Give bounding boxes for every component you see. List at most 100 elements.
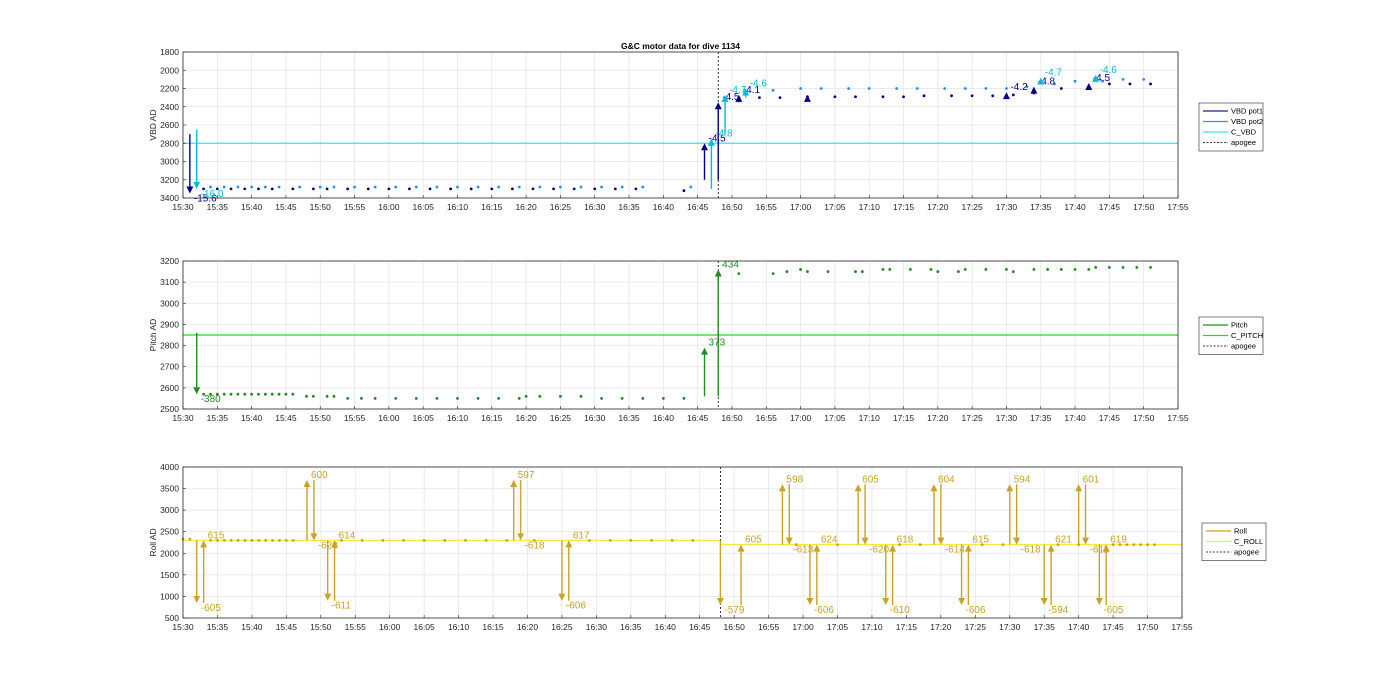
data-point: [833, 95, 837, 99]
x-tick-label: 15:55: [344, 202, 366, 212]
x-tick-label: 17:35: [1034, 622, 1056, 632]
y-tick-label: 1800: [160, 47, 179, 57]
data-point: [531, 187, 535, 191]
data-point: [1087, 268, 1091, 271]
data-point: [456, 397, 459, 400]
x-tick-label: 17:25: [965, 622, 987, 632]
data-point: [771, 88, 775, 92]
x-tick-label: 15:50: [310, 413, 332, 423]
data-point: [284, 392, 288, 396]
x-tick-label: 17:15: [893, 413, 915, 423]
move-label: -620: [869, 545, 889, 556]
data-point: [538, 185, 542, 189]
y-tick-label: 3000: [160, 157, 179, 167]
data-point: [257, 538, 261, 542]
x-tick-label: 16:30: [584, 413, 606, 423]
data-point: [1001, 543, 1005, 547]
y-tick-label: 2500: [160, 404, 179, 414]
x-tick-label: 17:35: [1030, 413, 1052, 423]
x-tick-label: 16:35: [618, 202, 640, 212]
data-point: [572, 187, 576, 191]
data-point: [1153, 543, 1156, 547]
data-point: [1011, 270, 1015, 273]
legend: VBD pot1VBD pot2 C_VBDapogee: [1198, 102, 1264, 152]
legend-label: Pitch: [1231, 321, 1248, 330]
data-point: [311, 187, 315, 191]
data-point: [682, 397, 686, 400]
chart-title: G&C motor data for dive 1134: [621, 41, 740, 51]
data-point: [243, 187, 247, 191]
x-tick-label: 16:15: [482, 622, 504, 632]
move-label: 594: [1014, 474, 1031, 485]
data-point: [263, 185, 267, 189]
x-tick-label: 16:20: [515, 413, 537, 423]
y-tick-label: 3100: [160, 277, 179, 287]
move-label: -4.6: [1100, 65, 1118, 76]
data-point: [277, 185, 281, 189]
data-point: [1005, 87, 1008, 90]
y-tick-label: 3200: [160, 175, 179, 185]
x-tick-label: 17:55: [1171, 622, 1193, 632]
x-tick-label: 15:50: [310, 202, 332, 212]
data-point: [620, 185, 624, 189]
y-tick-label: 4000: [160, 462, 179, 472]
data-point: [1032, 268, 1036, 271]
move-label: 600: [311, 470, 328, 481]
data-point: [881, 268, 885, 271]
x-tick-label: 17:50: [1133, 413, 1155, 423]
chart-panel-1: -15.6-4.5-4.5-4.1 -4.2 -4.8 -4.5-16.0-4.8-4…: [148, 41, 1264, 212]
data-point: [325, 394, 329, 398]
data-point: [278, 538, 281, 542]
data-point: [250, 185, 254, 189]
move-label: -605: [201, 603, 221, 614]
data-point: [908, 268, 912, 271]
x-tick-label: 16:30: [584, 202, 606, 212]
data-point: [270, 392, 274, 396]
data-point: [819, 87, 823, 90]
legend: PitchC_PITCHapogee: [1198, 316, 1264, 355]
move-label: -614: [945, 545, 965, 556]
data-point: [366, 187, 370, 191]
x-tick-label: 16:05: [413, 202, 435, 212]
data-point: [524, 394, 528, 398]
move-label: 598: [786, 474, 803, 485]
y-tick-label: 2600: [160, 120, 179, 130]
data-point: [1073, 79, 1077, 83]
move-label: -613: [793, 545, 813, 556]
move-label: -4.8: [715, 129, 733, 140]
data-point: [435, 397, 439, 400]
data-point: [505, 538, 509, 542]
data-point: [629, 538, 633, 542]
x-tick-label: 17:00: [790, 202, 812, 212]
data-point: [271, 538, 274, 542]
data-point: [490, 187, 494, 191]
data-point: [325, 187, 329, 191]
x-tick-label: 15:35: [207, 622, 229, 632]
data-point: [682, 189, 686, 193]
data-point: [963, 87, 967, 90]
legend-label: Roll: [1234, 527, 1247, 536]
data-point: [737, 272, 741, 276]
data-point: [188, 537, 192, 541]
move-label: -618: [525, 540, 545, 551]
data-point: [918, 543, 922, 547]
data-point: [1059, 268, 1063, 271]
x-tick-label: 15:40: [241, 622, 263, 632]
y-tick-label: 500: [165, 613, 179, 623]
data-point: [318, 185, 322, 189]
data-point: [1128, 82, 1132, 86]
data-point: [332, 185, 336, 189]
data-point: [847, 87, 851, 90]
data-point: [799, 268, 802, 271]
move-label: -579: [724, 605, 744, 616]
data-point: [394, 185, 398, 189]
data-point: [867, 87, 871, 90]
data-point: [1135, 265, 1139, 269]
data-point: [464, 538, 467, 542]
move-label: 617: [573, 530, 590, 541]
x-tick-label: 16:40: [653, 202, 675, 212]
y-tick-label: 3500: [160, 484, 179, 494]
y-axis-label: VBD AD: [148, 109, 158, 140]
data-point: [353, 185, 356, 189]
data-point: [895, 87, 899, 90]
